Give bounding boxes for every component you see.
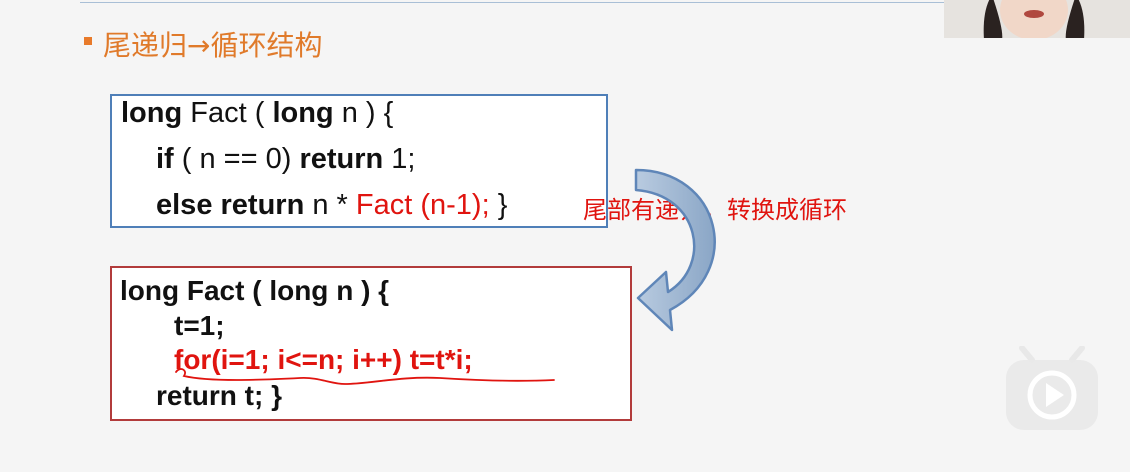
presenter-video-icon (944, 0, 1130, 38)
code-text: n ) { (333, 97, 394, 129)
keyword: return (299, 143, 384, 175)
top-divider (80, 2, 948, 3)
code-line-1: long Fact ( long n ) { (121, 97, 393, 130)
play-button-icon[interactable] (1002, 346, 1102, 432)
square-bullet-icon (84, 37, 92, 45)
recursive-code-box: long Fact ( long n ) { if ( n == 0) retu… (110, 94, 608, 228)
code-text: Fact ( (182, 97, 273, 129)
code-line-1: long Fact ( long n ) { (120, 275, 390, 306)
code-line-2: t=1; (174, 310, 225, 341)
code-text: 1; (383, 143, 416, 175)
slide-heading: 尾递归→循环结构 (103, 29, 323, 62)
keyword: long (121, 97, 183, 129)
handwritten-underline (175, 368, 555, 385)
keyword: else return (156, 189, 305, 221)
code-line-2: if ( n == 0) return 1; (156, 143, 416, 176)
webcam-overlay (944, 0, 1130, 38)
code-line-3: else return n * Fact (n-1); } (156, 189, 507, 222)
code-text: } (489, 189, 508, 221)
recursive-call-highlight: Fact (n-1); (355, 189, 490, 221)
code-text: n * (304, 189, 356, 221)
keyword: long (272, 97, 334, 129)
loop-code-box: long Fact ( long n ) { t=1; for(i=1; i<=… (110, 266, 632, 421)
keyword: if (156, 143, 174, 175)
code-text: ( n == 0) (173, 143, 300, 175)
